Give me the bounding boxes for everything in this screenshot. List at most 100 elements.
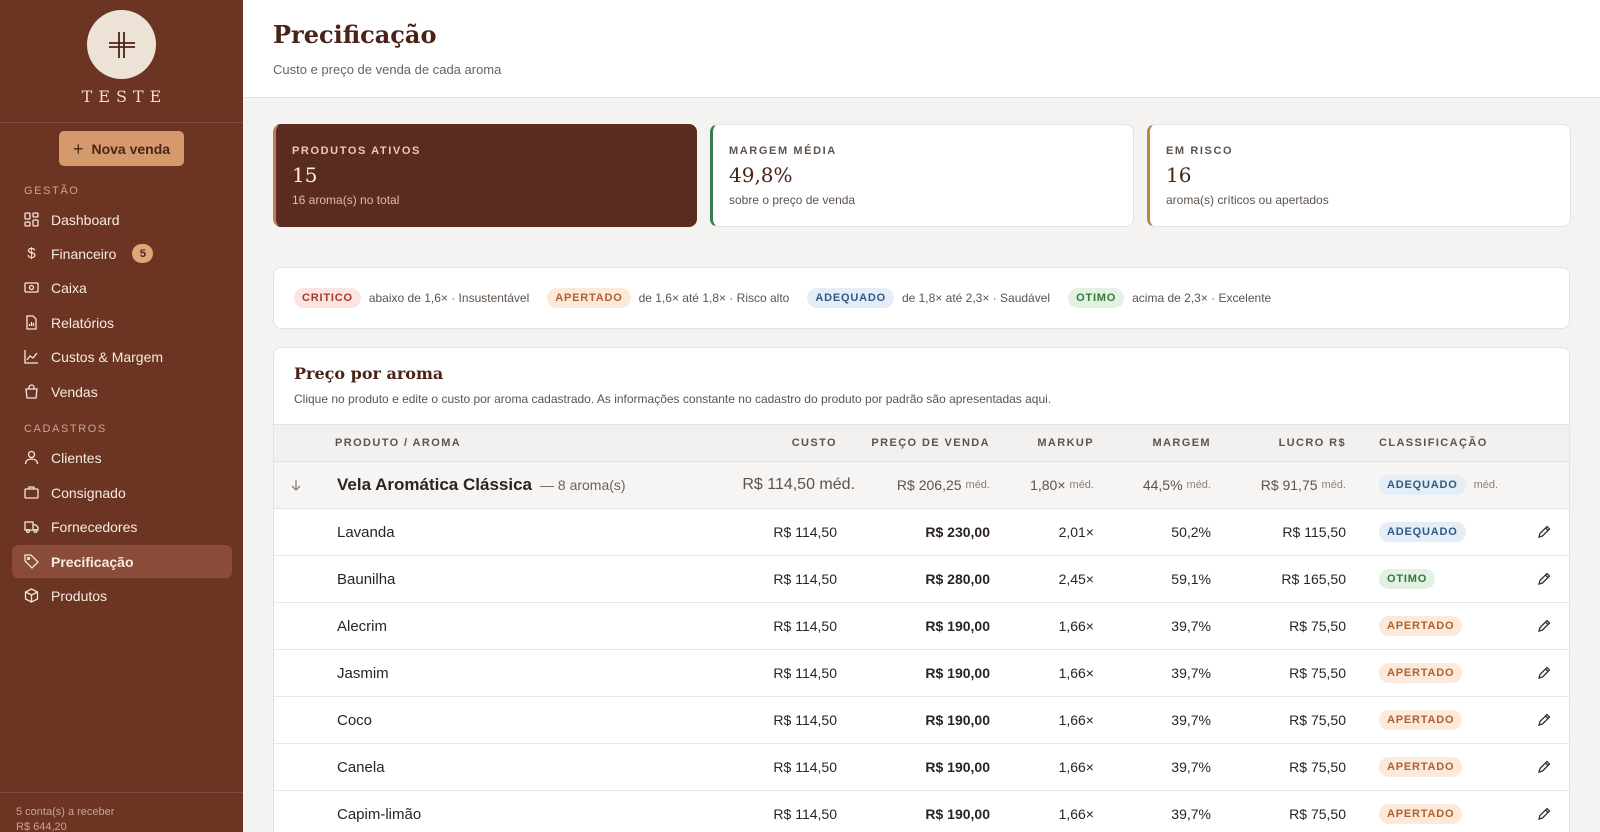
page-title: Precificação: [273, 20, 437, 49]
logo-mark-icon: [108, 31, 135, 58]
status-badge: OTIMO: [1379, 569, 1436, 589]
sidebar-item-consignado[interactable]: Consignado: [12, 476, 232, 509]
margin-cell: 59,1%: [1171, 571, 1211, 587]
product-group-row[interactable]: Vela Aromática Clássica — 8 aroma(s) R$ …: [274, 462, 1569, 509]
aroma-name: Lavanda: [337, 523, 395, 541]
sidebar-item-vendas[interactable]: Vendas: [12, 375, 232, 408]
new-sale-button[interactable]: + Nova venda: [59, 131, 184, 166]
plus-icon: +: [72, 138, 84, 159]
logo[interactable]: [87, 10, 156, 79]
sidebar-item-produtos[interactable]: Produtos: [12, 579, 232, 612]
edit-icon[interactable]: [1536, 509, 1552, 555]
legend-desc: de 1,6× até 1,8× · Risco alto: [638, 291, 790, 305]
edit-icon[interactable]: [1536, 791, 1552, 832]
price-cell: R$ 230,00: [925, 524, 990, 540]
markup-cell: 2,45×: [1058, 571, 1094, 587]
brand-name: TESTE: [81, 87, 168, 106]
edit-icon[interactable]: [1536, 650, 1552, 696]
cash-register-icon: [24, 280, 39, 295]
truck-icon: [24, 519, 39, 534]
legend-desc: acima de 2,3× · Excelente: [1132, 291, 1272, 305]
shopping-bag-icon: [24, 384, 39, 399]
margin-cell: 39,7%: [1171, 806, 1211, 822]
stat-card-average-margin: MARGEM MÉDIA 49,8% sobre o preço de vend…: [710, 124, 1134, 227]
edit-icon[interactable]: [1536, 556, 1552, 602]
legend-desc: de 1,8× até 2,3× · Saudável: [901, 291, 1051, 305]
stat-value: 49,8%: [729, 163, 793, 187]
col-header-markup[interactable]: MARKUP: [990, 425, 1094, 461]
sidebar-item-fornecedores[interactable]: Fornecedores: [12, 510, 232, 543]
status-badge: APERTADO: [1379, 710, 1463, 730]
stat-sub: 16 aroma(s) no total: [292, 193, 400, 207]
legend-tag-apertado: APERTADO: [547, 288, 631, 308]
status-badge: APERTADO: [1379, 616, 1463, 636]
cost-cell: R$ 114,50: [773, 665, 837, 681]
status-badge: ADEQUADO: [1379, 522, 1466, 542]
edit-icon[interactable]: [1536, 603, 1552, 649]
stat-card-active-products: PRODUTOS ATIVOS 15 16 aroma(s) no total: [273, 124, 697, 227]
aroma-name: Baunilha: [337, 570, 396, 588]
cost-cell: R$ 114,50: [773, 759, 837, 775]
stat-sub: aroma(s) críticos ou apertados: [1166, 193, 1329, 207]
sidebar-item-custos-margem[interactable]: Custos & Margem: [12, 340, 232, 373]
edit-icon[interactable]: [1536, 744, 1552, 790]
sidebar-item-relatorios[interactable]: Relatórios: [12, 306, 232, 339]
collapse-arrow-icon[interactable]: [290, 462, 302, 508]
markup-cell: 1,66×: [1058, 712, 1094, 728]
receivables-count: 5 conta(s) a receber: [16, 806, 115, 818]
stat-label: PRODUTOS ATIVOS: [292, 145, 421, 157]
sidebar-item-clientes[interactable]: Clientes: [12, 441, 232, 474]
sidebar-item-label: Vendas: [51, 383, 98, 400]
stat-card-at-risk: EM RISCO 16 aroma(s) críticos ou apertad…: [1147, 124, 1571, 227]
col-header-margin[interactable]: MARGEM: [1094, 425, 1211, 461]
price-cell: R$ 190,00: [925, 618, 990, 634]
table-row[interactable]: Lavanda R$ 114,50 R$ 230,00 2,01× 50,2% R$ 11…: [274, 509, 1569, 556]
col-header-product[interactable]: PRODUTO / AROMA: [335, 425, 461, 461]
col-header-profit[interactable]: LUCRO R$: [1211, 425, 1346, 461]
table-row[interactable]: Capim-limão R$ 114,50 R$ 190,00 1,66× 39,7% R…: [274, 791, 1569, 832]
legend-tag-otimo: OTIMO: [1068, 288, 1125, 308]
avg-suffix: méd.: [1473, 479, 1499, 491]
stat-value: 15: [292, 163, 318, 187]
col-header-classification[interactable]: CLASSIFICAÇÃO: [1379, 425, 1488, 461]
stat-value: 16: [1166, 163, 1192, 187]
profit-cell: R$ 75,50: [1289, 759, 1346, 775]
receivables-summary: 5 conta(s) a receber R$ 644,20: [0, 792, 243, 832]
user-icon: [24, 450, 39, 465]
table-row[interactable]: Alecrim R$ 114,50 R$ 190,00 1,66× 39,7% R$ 75…: [274, 603, 1569, 650]
cost-cell: R$ 114,50: [773, 618, 837, 634]
sidebar-item-label: Dashboard: [51, 211, 120, 228]
group-price: R$ 206,25: [896, 477, 962, 493]
profit-cell: R$ 115,50: [1282, 524, 1346, 540]
col-header-price[interactable]: PREÇO DE VENDA: [837, 425, 990, 461]
sidebar-item-label: Relatórios: [51, 314, 115, 331]
group-markup: 1,80×: [1030, 477, 1066, 493]
margin-cell: 50,2%: [1171, 524, 1211, 540]
sidebar-item-financeiro[interactable]: $ Financeiro 5: [12, 237, 232, 270]
sidebar-item-precificacao[interactable]: Precificação: [12, 545, 232, 578]
aroma-name: Canela: [337, 758, 385, 776]
table-row[interactable]: Coco R$ 114,50 R$ 190,00 1,66× 39,7% R$ 75,50…: [274, 697, 1569, 744]
avg-suffix: méd.: [1069, 479, 1094, 491]
col-header-cost[interactable]: CUSTO: [704, 425, 837, 461]
price-cell: R$ 280,00: [925, 571, 990, 587]
sidebar-item-label: Precificação: [51, 553, 134, 570]
edit-icon[interactable]: [1536, 697, 1552, 743]
margin-cell: 39,7%: [1171, 665, 1211, 681]
profit-cell: R$ 75,50: [1289, 806, 1346, 822]
status-badge: APERTADO: [1379, 663, 1463, 683]
sidebar-item-dashboard[interactable]: Dashboard: [12, 203, 232, 236]
group-profit: R$ 91,75: [1260, 477, 1318, 493]
profit-cell: R$ 75,50: [1289, 618, 1346, 634]
cost-cell: R$ 114,50: [773, 524, 837, 540]
markup-cell: 1,66×: [1058, 806, 1094, 822]
aroma-name: Alecrim: [337, 617, 388, 635]
table-row[interactable]: Canela R$ 114,50 R$ 190,00 1,66× 39,7% R$ 75,…: [274, 744, 1569, 791]
aroma-name: Jasmim: [337, 664, 389, 682]
sidebar-item-caixa[interactable]: Caixa: [12, 271, 232, 304]
legend-tag-adequado: ADEQUADO: [807, 288, 894, 308]
sidebar-item-label: Caixa: [51, 279, 87, 296]
profit-cell: R$ 165,50: [1281, 571, 1346, 587]
table-row[interactable]: Baunilha R$ 114,50 R$ 280,00 2,45× 59,1% R$ 1…: [274, 556, 1569, 603]
table-row[interactable]: Jasmim R$ 114,50 R$ 190,00 1,66× 39,7% R$ 75,…: [274, 650, 1569, 697]
